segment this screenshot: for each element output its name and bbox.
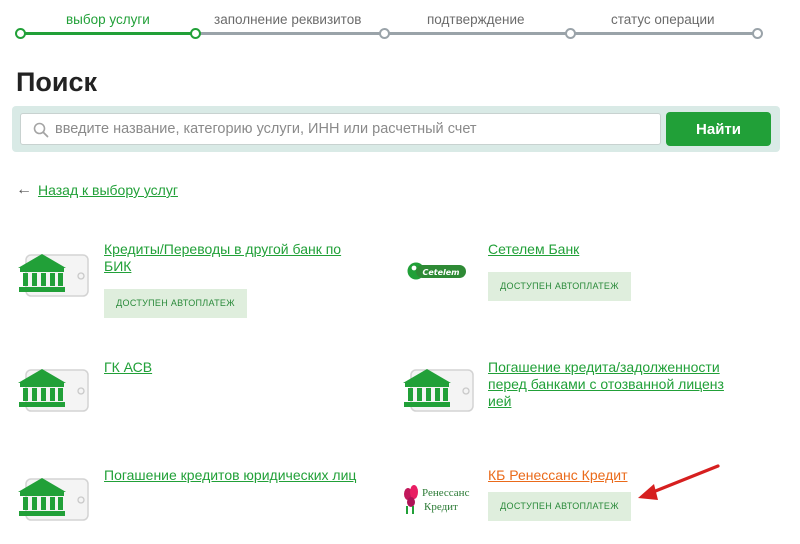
red-arrow-annotation-icon (638, 464, 720, 500)
cetelem-logo-text: Cetelem (422, 268, 459, 277)
search-icon (33, 122, 49, 138)
bank-icon (18, 477, 89, 521)
service-title[interactable]: Погашение кредита/задолженности перед ба… (488, 359, 728, 410)
step-label-confirmation: подтверждение (427, 12, 525, 27)
search-input[interactable] (55, 114, 655, 144)
autopay-badge: ДОСТУПЕН АВТОПЛАТЕЖ (104, 289, 247, 318)
back-arrow-icon: ← (16, 181, 32, 198)
renaissance-logo-line2: Кредит (424, 501, 458, 513)
step-node-3 (379, 28, 390, 39)
bank-icon (18, 368, 89, 412)
autopay-badge: ДОСТУПЕН АВТОПЛАТЕЖ (488, 492, 631, 521)
find-button[interactable]: Найти (666, 112, 771, 146)
cetelem-logo-icon: Cetelem (407, 262, 466, 280)
back-link[interactable]: ← Назад к выбору услуг (16, 181, 178, 199)
step-label-status: статус операции (611, 12, 715, 27)
step-node-1 (15, 28, 26, 39)
service-title[interactable]: Сетелем Банк (488, 241, 738, 258)
bank-icon (403, 368, 474, 412)
service-title[interactable]: Погашение кредитов юридических лиц (104, 467, 364, 484)
step-node-4 (565, 28, 576, 39)
step-label-requisites: заполнение реквизитов (214, 12, 362, 27)
service-title[interactable]: ГК АСВ (104, 359, 354, 376)
step-node-2 (190, 28, 201, 39)
step-label-service-choice: выбор услуги (66, 12, 150, 27)
bank-icon (18, 253, 89, 297)
autopay-badge: ДОСТУПЕН АВТОПЛАТЕЖ (488, 272, 631, 301)
step-track-done (20, 32, 196, 35)
back-link-label[interactable]: Назад к выбору услуг (38, 182, 178, 198)
search-panel: Найти (12, 106, 780, 152)
renaissance-logo-line1: Ренессанс (422, 487, 470, 499)
service-title[interactable]: Кредиты/Переводы в другой банк по БИК (104, 241, 349, 275)
page-title: Поиск (16, 67, 98, 97)
renaissance-logo-icon: Ренессанс Кредит (404, 485, 470, 514)
progress-stepper: выбор услуги заполнение реквизитов подтв… (0, 0, 800, 44)
search-box[interactable] (20, 113, 661, 145)
step-track-todo (196, 32, 758, 35)
step-node-5 (752, 28, 763, 39)
